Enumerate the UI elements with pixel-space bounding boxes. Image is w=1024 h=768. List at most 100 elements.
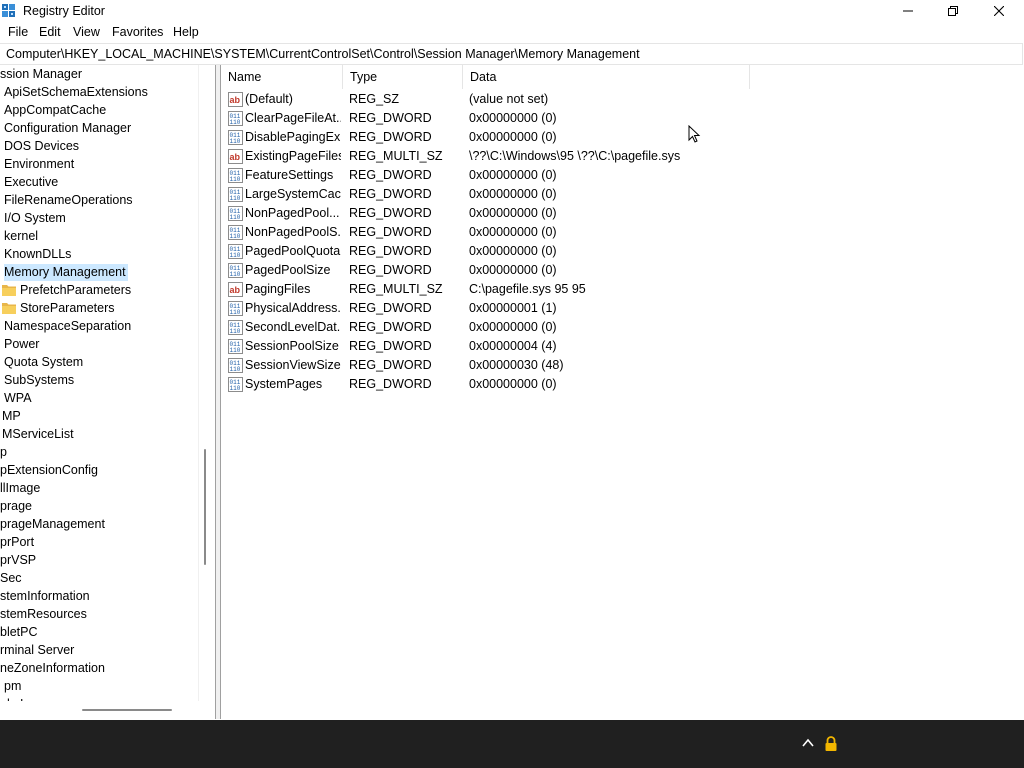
tree-item-label: SubSystems xyxy=(4,373,75,387)
menu-file[interactable]: File xyxy=(8,25,28,39)
value-row[interactable]: 011 110 PagedPoolSize REG_DWORD 0x00000000 (… xyxy=(221,261,1021,280)
value-row[interactable]: 011 110 SecondLevelDat... REG_DWORD 0x000000… xyxy=(221,318,1021,337)
svg-text:110: 110 xyxy=(230,233,241,240)
tree-item[interactable]: FileRenameOperations xyxy=(4,192,133,209)
tree-item[interactable]: Sec xyxy=(0,570,22,587)
tree-item[interactable]: MServiceList xyxy=(2,426,74,443)
minimize-button[interactable] xyxy=(885,0,931,22)
svg-text:110: 110 xyxy=(230,214,241,221)
tree-item-label: bletPC xyxy=(0,625,38,639)
binary-value-icon: 011110 xyxy=(228,111,243,126)
value-row[interactable]: 011 110 PagedPoolQuota REG_DWORD 0x00000000 … xyxy=(221,242,1021,261)
tree-item-label: rminal Server xyxy=(0,643,75,657)
value-row[interactable]: 011 110 LargeSystemCac... REG_DWORD 0x000000… xyxy=(221,185,1021,204)
value-type: REG_DWORD xyxy=(349,187,432,201)
value-row[interactable]: 011 110 NonPagedPool... REG_DWORD 0x00000000… xyxy=(221,204,1021,223)
close-button[interactable] xyxy=(976,0,1022,22)
value-row[interactable]: ab ExistingPageFiles REG_MULTI_SZ \??\C:\Wi… xyxy=(221,147,1021,166)
value-data: 0x00000000 (0) xyxy=(469,111,557,125)
tree-item[interactable]: stemResources xyxy=(0,606,87,623)
tree-item[interactable]: prageManagement xyxy=(0,516,105,533)
value-row[interactable]: 011 110 DisablePagingEx... REG_DWORD 0x00000… xyxy=(221,128,1021,147)
tree-item-label: Environment xyxy=(4,157,75,171)
tree-item[interactable]: kernel xyxy=(4,228,38,245)
tree-item-label: Executive xyxy=(4,175,59,189)
tree-item[interactable]: rminal Server xyxy=(0,642,74,659)
string-value-icon: ab xyxy=(228,282,243,297)
menu-view[interactable]: View xyxy=(73,25,100,39)
tree-item[interactable]: Executive xyxy=(4,174,58,191)
maximize-button[interactable] xyxy=(930,0,976,22)
tree-item[interactable]: I/O System xyxy=(4,210,66,227)
tree-item[interactable]: llImage xyxy=(0,480,40,497)
svg-text:110: 110 xyxy=(230,309,241,316)
tree-item[interactable]: StoreParameters xyxy=(0,300,114,317)
key-tree-pane[interactable]: ssion Manager ApiSetSchemaExtensions AppCo… xyxy=(0,65,216,719)
value-row[interactable]: 011 110 ClearPageFileAt... REG_DWORD 0x00000… xyxy=(221,109,1021,128)
tree-item[interactable]: ssion Manager xyxy=(0,66,82,83)
menu-favorites[interactable]: Favorites xyxy=(112,25,163,39)
tree-item[interactable]: DOS Devices xyxy=(4,138,79,155)
column-header-data[interactable]: Data xyxy=(463,65,750,89)
chevron-up-icon[interactable] xyxy=(801,736,815,750)
binary-value-icon: 011110 xyxy=(228,320,243,335)
tree-item[interactable]: WPA xyxy=(4,390,32,407)
tree-item[interactable]: pm xyxy=(4,678,21,695)
value-row[interactable]: 011 110 PhysicalAddress... REG_DWORD 0x00000… xyxy=(221,299,1021,318)
tree-item[interactable]: Quota System xyxy=(4,354,83,371)
tree-item[interactable]: MP xyxy=(2,408,21,425)
column-header-name[interactable]: Name xyxy=(221,65,343,89)
tree-item[interactable]: Environment xyxy=(4,156,74,173)
tree-item-label: stemResources xyxy=(0,607,87,621)
tree-item[interactable]: stemInformation xyxy=(0,588,90,605)
tree-item-label: DOS Devices xyxy=(4,139,80,153)
tree-vscroll-thumb[interactable] xyxy=(204,449,206,565)
svg-text:110: 110 xyxy=(230,195,241,202)
tree-item[interactable]: p xyxy=(0,444,7,461)
tree-item[interactable]: AppCompatCache xyxy=(4,102,106,119)
tree-item[interactable]: ApiSetSchemaExtensions xyxy=(4,84,148,101)
value-row[interactable]: ab PagingFiles REG_MULTI_SZ C:\pagefile.sys… xyxy=(221,280,1021,299)
svg-text:ab: ab xyxy=(230,95,241,105)
value-data: 0x00000030 (48) xyxy=(469,358,564,372)
value-type: REG_DWORD xyxy=(349,263,432,277)
svg-text:110: 110 xyxy=(230,366,241,373)
value-name: DisablePagingEx... xyxy=(245,130,341,144)
menu-help[interactable]: Help xyxy=(173,25,199,39)
value-type: REG_MULTI_SZ xyxy=(349,149,443,163)
tree-item[interactable]: NamespaceSeparation xyxy=(4,318,131,335)
tree-item-label: neZoneInformation xyxy=(0,661,105,675)
mouse-cursor-icon xyxy=(688,125,701,143)
value-name: (Default) xyxy=(245,92,293,106)
values-pane[interactable]: Name Type Data ab (Default) REG_SZ (value n… xyxy=(220,65,1023,719)
tree-item[interactable]: Configuration Manager xyxy=(4,120,131,137)
tree-item[interactable]: bletPC xyxy=(0,624,38,641)
binary-value-icon: 011110 xyxy=(228,130,243,145)
tree-hscroll-thumb[interactable] xyxy=(82,709,172,711)
value-row[interactable]: 011 110 SystemPages REG_DWORD 0x00000000 (0) xyxy=(221,375,1021,394)
tree-item[interactable]: Power xyxy=(4,336,39,353)
tree-item[interactable]: KnownDLLs xyxy=(4,246,71,263)
value-data: 0x00000000 (0) xyxy=(469,187,557,201)
tree-item[interactable]: neZoneInformation xyxy=(0,660,105,677)
tree-item[interactable]: prPort xyxy=(0,534,34,551)
value-row[interactable]: ab (Default) REG_SZ (value not set) xyxy=(221,90,1021,109)
tree-item[interactable]: PrefetchParameters xyxy=(0,282,131,299)
tree-item-selected[interactable]: Memory Management xyxy=(4,264,128,281)
value-row[interactable]: 011 110 SessionViewSize REG_DWORD 0x00000030… xyxy=(221,356,1021,375)
tree-item[interactable]: prage xyxy=(0,498,32,515)
value-name: LargeSystemCac... xyxy=(245,187,341,201)
value-row[interactable]: 011 110 FeatureSettings REG_DWORD 0x00000000… xyxy=(221,166,1021,185)
value-name: SessionPoolSize xyxy=(245,339,339,353)
value-name: FeatureSettings xyxy=(245,168,334,182)
value-row[interactable]: 011 110 SessionPoolSize REG_DWORD 0x00000004… xyxy=(221,337,1021,356)
address-bar[interactable]: Computer\HKEY_LOCAL_MACHINE\SYSTEM\Curre… xyxy=(0,43,1023,65)
key-tree: ssion Manager ApiSetSchemaExtensions AppCo… xyxy=(0,65,199,701)
value-row[interactable]: 011 110 NonPagedPoolS... REG_DWORD 0x0000000… xyxy=(221,223,1021,242)
tree-item[interactable]: SubSystems xyxy=(4,372,74,389)
tree-item[interactable]: pExtensionConfig xyxy=(0,462,98,479)
lock-icon[interactable] xyxy=(824,736,838,752)
menu-edit[interactable]: Edit xyxy=(39,25,61,39)
tree-item[interactable]: prVSP xyxy=(0,552,36,569)
column-header-type[interactable]: Type xyxy=(343,65,463,89)
